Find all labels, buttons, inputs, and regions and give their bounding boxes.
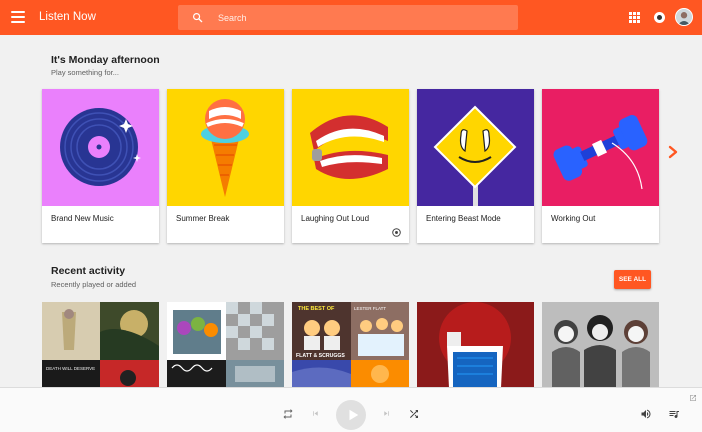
avatar[interactable]: [675, 8, 693, 26]
card-laughing-out-loud[interactable]: Laughing Out Loud: [292, 89, 409, 243]
album-tile[interactable]: [542, 302, 659, 388]
section-subtitle-recent: Recently played or added: [51, 280, 137, 289]
card-label: Brand New Music: [51, 214, 114, 223]
search-box[interactable]: [178, 5, 518, 30]
card-label: Laughing Out Loud: [301, 214, 370, 223]
player-bar: [0, 387, 702, 432]
album-tile[interactable]: [167, 302, 284, 388]
hamburger-menu-icon[interactable]: [11, 11, 25, 23]
album-tile[interactable]: DEATH WILL DESERVE: [42, 302, 159, 388]
card-label: Entering Beast Mode: [426, 214, 501, 223]
album-caption: THE BEST OF: [298, 306, 335, 312]
play-icon: [349, 409, 359, 421]
fangs-sign-art: [417, 89, 534, 206]
ice-cream-cone-art: [167, 89, 284, 206]
card-summer-break[interactable]: Summer Break: [167, 89, 284, 243]
dumbbell-art: [542, 89, 659, 206]
skip-next-icon[interactable]: [382, 409, 391, 418]
open-in-new-icon[interactable]: [689, 394, 697, 402]
section-title-recent: Recent activity: [51, 265, 126, 277]
skip-previous-icon[interactable]: [311, 409, 320, 418]
play-button[interactable]: [336, 400, 366, 430]
page-title: Listen Now: [39, 11, 96, 23]
avatar-image: [676, 9, 692, 25]
queue-music-icon[interactable]: [668, 408, 680, 420]
album-tile[interactable]: [417, 302, 534, 388]
album-caption: LESTER FLATT: [354, 306, 386, 311]
album-caption: FLATT & SCRUGGS: [296, 353, 345, 359]
card-label: Summer Break: [176, 214, 230, 223]
album-caption: DEATH WILL DESERVE: [46, 366, 95, 371]
notification-icon[interactable]: [654, 12, 665, 23]
chevron-right-icon[interactable]: [666, 145, 680, 159]
card-working-out[interactable]: Working Out: [542, 89, 659, 243]
shuffle-icon[interactable]: [408, 408, 420, 420]
repeat-icon[interactable]: [282, 408, 294, 420]
volume-icon[interactable]: [640, 408, 652, 420]
card-label: Working Out: [551, 214, 596, 223]
search-input[interactable]: [218, 9, 508, 26]
album-tile[interactable]: THE BEST OF FLATT & SCRUGGS LESTER FLATT: [292, 302, 409, 388]
see-all-button[interactable]: SEE ALL: [614, 270, 651, 289]
card-entering-beast-mode[interactable]: Entering Beast Mode: [417, 89, 534, 243]
card-brand-new-music[interactable]: Brand New Music: [42, 89, 159, 243]
radio-icon: [392, 228, 401, 237]
app-toolbar: Listen Now: [0, 0, 702, 35]
search-icon[interactable]: [192, 12, 203, 23]
apps-grid-icon[interactable]: [629, 12, 640, 23]
section-subtitle-recommendations: Play something for...: [51, 68, 119, 77]
vinyl-record-art: [42, 89, 159, 206]
chattering-teeth-art: [292, 89, 409, 206]
section-title-recommendations: It's Monday afternoon: [51, 54, 160, 66]
